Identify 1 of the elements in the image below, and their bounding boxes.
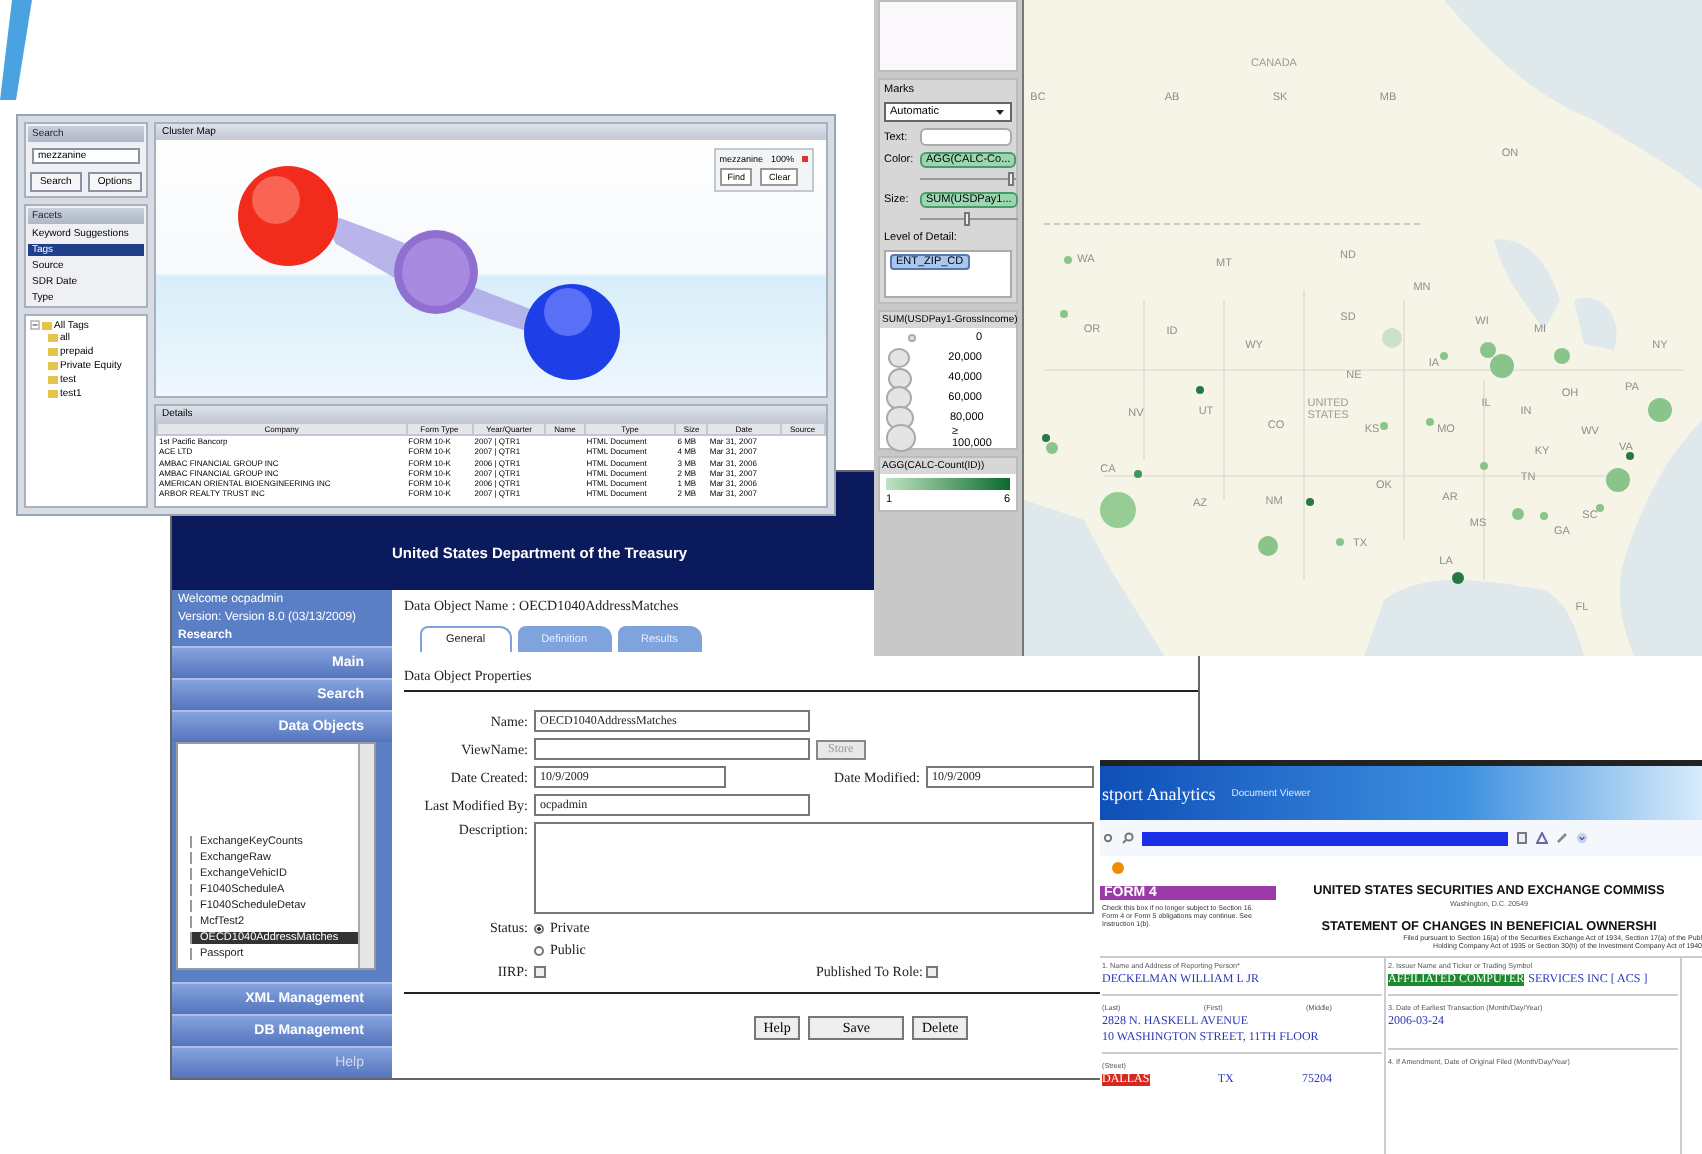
app-title: stport Analytics [1102, 783, 1216, 803]
